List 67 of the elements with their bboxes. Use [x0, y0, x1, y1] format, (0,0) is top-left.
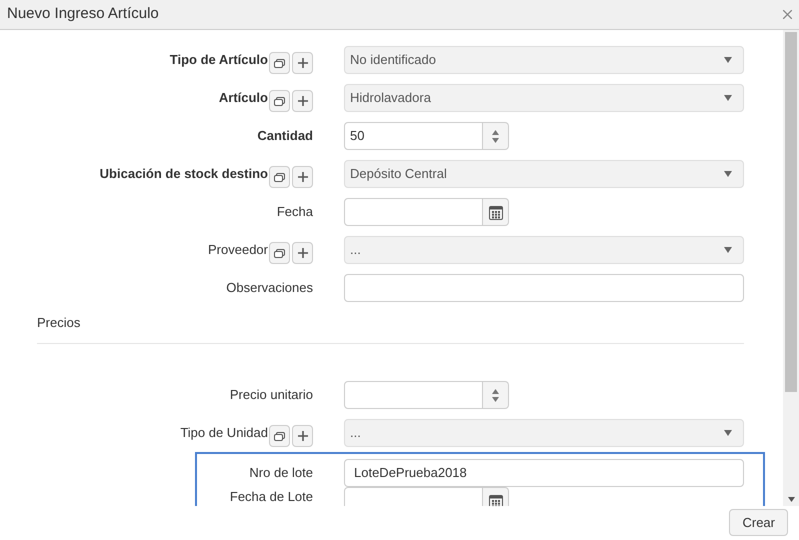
select-field[interactable]: Depósito Central: [344, 160, 744, 188]
scroll-down-icon[interactable]: [788, 497, 794, 502]
windows-icon: [274, 172, 285, 182]
field-label: Observaciones: [226, 279, 313, 298]
plus-icon: [298, 96, 308, 106]
list-button[interactable]: [269, 166, 290, 188]
windows-icon: [274, 58, 285, 68]
select-value: No identificado: [350, 51, 436, 70]
windows-icon: [274, 96, 285, 106]
field-label: Proveedor: [208, 241, 268, 260]
field-label: Ubicación de stock destino: [100, 165, 268, 184]
field-label: Nro de lote: [249, 464, 313, 482]
field-label: Artículo: [218, 89, 268, 108]
up-arrow-icon: [492, 388, 499, 394]
window-title: Nuevo Ingreso Artículo: [7, 4, 159, 24]
text-field[interactable]: LoteDePrueba2018: [344, 459, 744, 487]
field-label: Tipo de Artículo: [170, 51, 268, 70]
dropdown-caret-icon: [724, 171, 732, 177]
add-button[interactable]: [292, 52, 313, 74]
dropdown-caret-icon: [724, 57, 732, 63]
down-arrow-icon: [492, 138, 499, 142]
calendar-icon: [488, 494, 502, 506]
add-button[interactable]: [292, 90, 313, 112]
list-button[interactable]: [269, 242, 290, 264]
field-label: Cantidad: [257, 127, 313, 146]
list-button[interactable]: [269, 425, 290, 447]
list-button[interactable]: [269, 90, 290, 112]
select-field[interactable]: ...: [344, 419, 744, 447]
select-value: Hidrolavadora: [350, 89, 431, 108]
field-label: Precio unitario: [230, 386, 313, 404]
list-button[interactable]: [269, 52, 290, 74]
number-field[interactable]: [344, 381, 483, 409]
down-arrow-icon: [492, 396, 499, 402]
select-value: ...: [350, 241, 361, 260]
windows-icon: [274, 248, 285, 258]
dropdown-caret-icon: [724, 430, 732, 436]
close-icon[interactable]: [783, 10, 792, 19]
dropdown-caret-icon: [724, 95, 732, 101]
create-button[interactable]: Crear: [729, 509, 788, 536]
add-button[interactable]: [292, 166, 313, 188]
plus-icon: [298, 431, 308, 441]
select-field[interactable]: ...: [344, 236, 744, 264]
up-arrow-icon: [492, 130, 499, 134]
plus-icon: [298, 172, 308, 182]
select-field[interactable]: No identificado: [344, 46, 744, 74]
field-label: Fecha: [276, 203, 313, 222]
text-field[interactable]: [344, 274, 744, 302]
select-field[interactable]: Hidrolavadora: [344, 84, 744, 112]
add-button[interactable]: [292, 242, 313, 264]
plus-icon: [298, 58, 308, 68]
plus-icon: [298, 248, 308, 258]
section-title: Precios: [37, 315, 80, 330]
spinner-button[interactable]: [483, 381, 509, 409]
scroll-thumb[interactable]: [785, 32, 797, 392]
scrollbar[interactable]: [783, 30, 799, 506]
number-field[interactable]: 50: [344, 122, 483, 150]
add-button[interactable]: [292, 425, 313, 447]
calendar-button[interactable]: [483, 198, 509, 226]
calendar-icon: [488, 204, 502, 220]
date-field[interactable]: [344, 198, 483, 226]
field-label: Tipo de Unidad: [180, 424, 268, 442]
field-label: Fecha de Lote: [230, 488, 313, 506]
dropdown-caret-icon: [724, 247, 732, 253]
windows-icon: [274, 432, 285, 440]
spinner-button[interactable]: [483, 122, 509, 150]
select-value: ...: [350, 424, 361, 442]
select-value: Depósito Central: [350, 165, 447, 184]
